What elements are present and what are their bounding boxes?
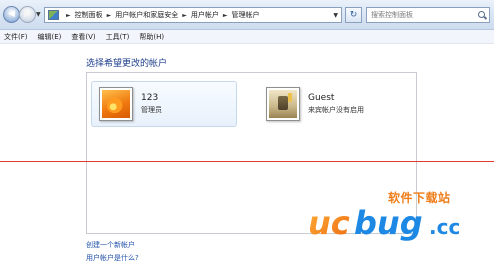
flower-avatar-icon: [102, 90, 130, 118]
create-account-link[interactable]: 创建一个新帐户: [86, 240, 135, 250]
menu-help[interactable]: 帮助(H): [139, 32, 164, 42]
chevron-right-icon[interactable]: ►: [182, 12, 187, 19]
control-panel-icon: [48, 10, 59, 20]
red-divider-line: [0, 161, 494, 162]
forward-button[interactable]: ▶: [19, 6, 36, 23]
address-toolbar: ◀ ▶ ▼ ► 控制面板 ► 用户帐户和家庭安全 ► 用户帐户 ► 管理帐户 ▼…: [0, 0, 494, 30]
menu-edit[interactable]: 编辑(E): [38, 32, 62, 42]
breadcrumb-user-accounts[interactable]: 用户帐户: [191, 10, 219, 20]
address-box[interactable]: ► 控制面板 ► 用户帐户和家庭安全 ► 用户帐户 ► 管理帐户 ▼: [44, 7, 342, 23]
page-title: 选择希望更改的帐户: [86, 59, 168, 69]
back-button[interactable]: ◀: [3, 6, 20, 23]
account-tile-123[interactable]: 123 管理员: [91, 81, 237, 127]
account-tile-guest[interactable]: Guest 来宾帐户没有启用: [259, 81, 405, 127]
account-role: 管理员: [141, 106, 162, 114]
refresh-icon: ↻: [349, 10, 358, 20]
watermark-caption: 软件下载站: [388, 191, 451, 205]
chevron-right-icon[interactable]: ►: [66, 12, 71, 19]
recent-pages-dropdown[interactable]: ▼: [36, 11, 41, 18]
breadcrumb-user-accounts-family-safety[interactable]: 用户帐户和家庭安全: [115, 10, 178, 20]
breadcrumb-manage-accounts[interactable]: 管理帐户: [232, 10, 260, 20]
account-role: 来宾帐户没有启用: [308, 106, 364, 114]
avatar: [99, 87, 133, 121]
what-is-user-account-link[interactable]: 用户帐户是什么?: [86, 253, 139, 261]
address-history-dropdown[interactable]: ▼: [333, 12, 338, 19]
guest-avatar-icon: [269, 90, 297, 118]
menu-file[interactable]: 文件(F): [4, 32, 28, 42]
chevron-right-icon[interactable]: ►: [223, 12, 228, 19]
search-box[interactable]: [366, 7, 490, 23]
arrow-left-icon: ◀: [8, 9, 15, 19]
refresh-button[interactable]: ↻: [345, 7, 362, 23]
arrow-right-icon: ▶: [24, 9, 31, 19]
breadcrumb-control-panel[interactable]: 控制面板: [75, 10, 103, 20]
avatar: [266, 87, 300, 121]
svg-text:.cc: .cc: [429, 215, 460, 239]
svg-text:uc: uc: [308, 204, 350, 242]
account-name: 123: [141, 93, 159, 103]
menu-view[interactable]: 查看(V): [71, 32, 95, 42]
svg-text:bug: bug: [354, 204, 423, 242]
search-icon[interactable]: [478, 10, 487, 20]
search-input[interactable]: [371, 8, 475, 22]
chevron-right-icon[interactable]: ►: [107, 12, 112, 19]
account-name: Guest: [308, 93, 335, 103]
menu-bar: 文件(F) 编辑(E) 查看(V) 工具(T) 帮助(H): [0, 30, 494, 44]
menu-tools[interactable]: 工具(T): [106, 32, 130, 42]
